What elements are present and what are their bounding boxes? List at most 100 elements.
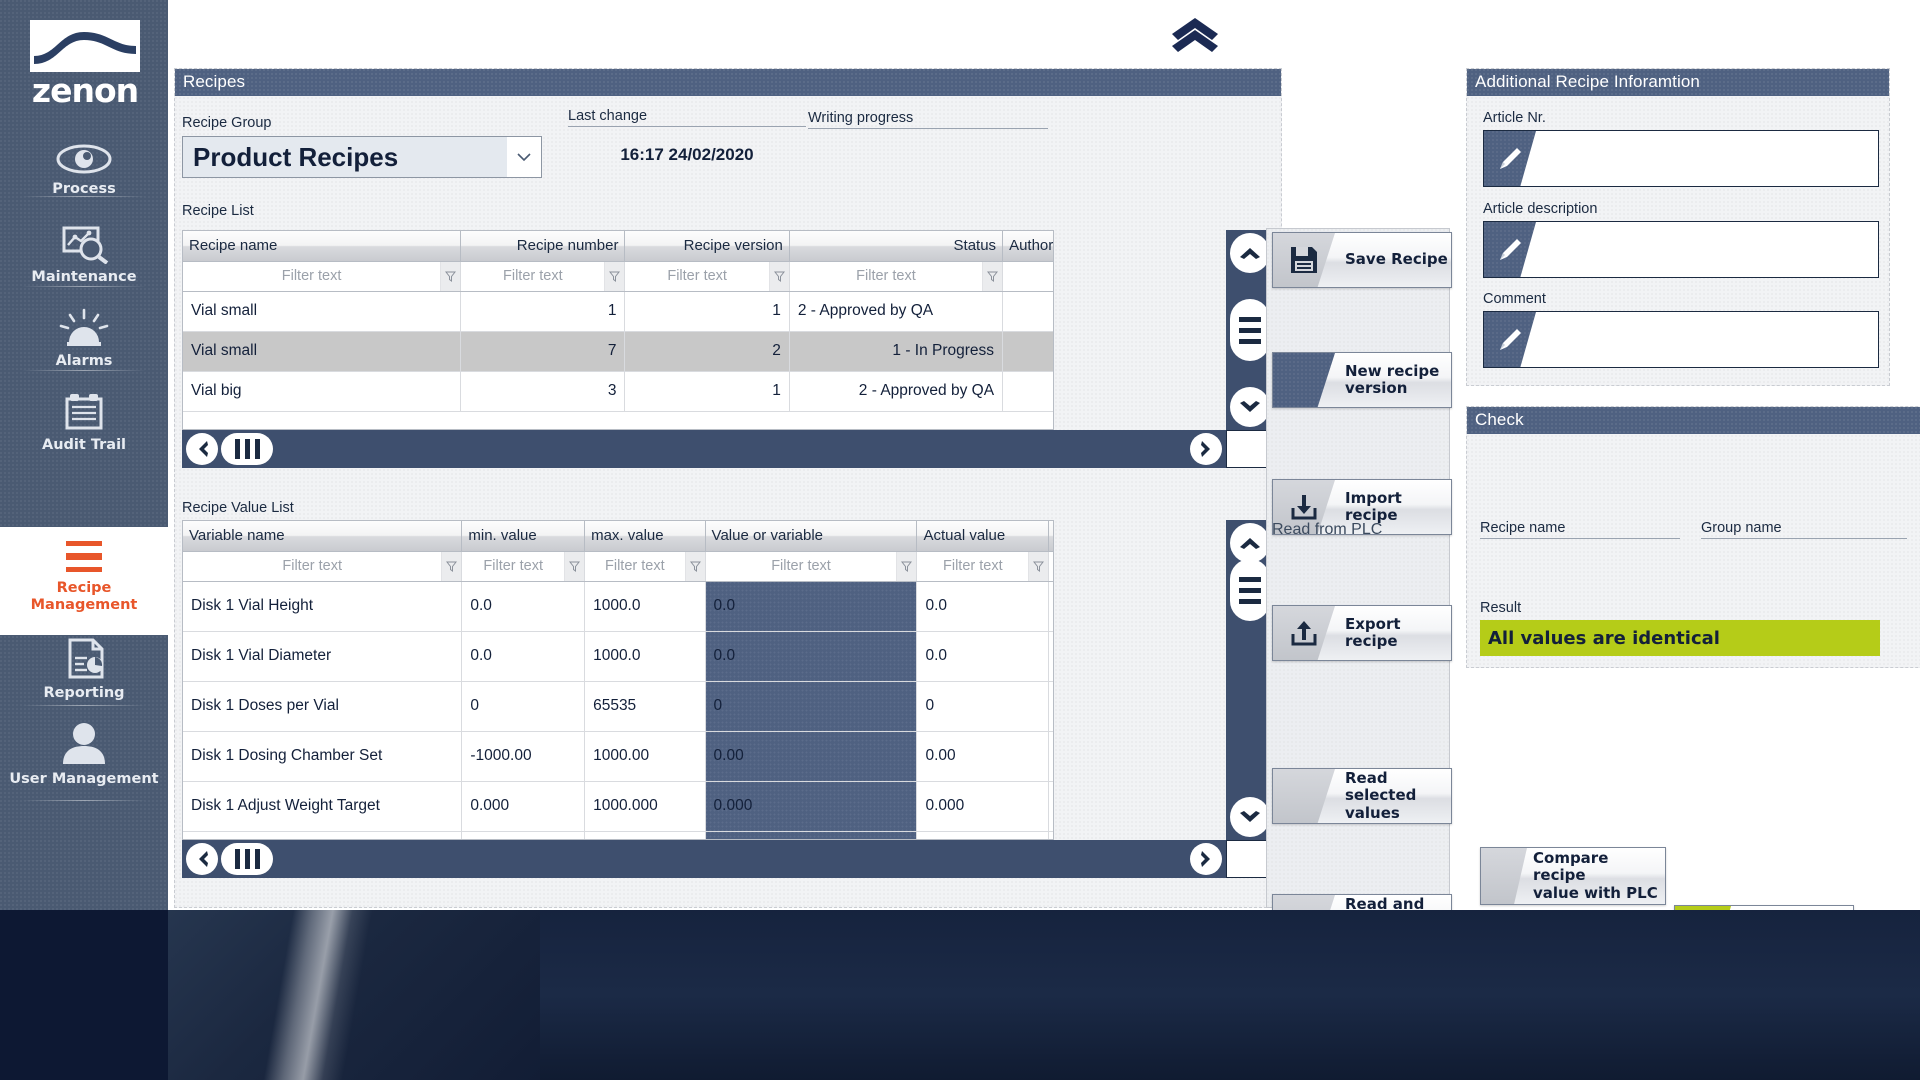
sidebar-item-audit-trail[interactable]: Audit Trail <box>0 392 168 454</box>
col-variable-name[interactable]: Variable name <box>183 521 463 552</box>
table-row[interactable]: Disk 1 Vial Height 0.0 1000.0 0.0 0.0 mm <box>183 581 1053 632</box>
filter-actual-value[interactable]: Filter text <box>916 551 1050 582</box>
filter-placeholder: Filter text <box>502 268 563 284</box>
check-result-label: Result <box>1480 600 1522 616</box>
filter-max-value[interactable]: Filter text <box>584 551 706 582</box>
funnel-icon[interactable] <box>896 551 917 581</box>
table-row[interactable]: Disk 1 Adjust Weight Target 0.000 1000.0… <box>183 781 1053 832</box>
sidebar-item-process[interactable]: Process <box>0 142 168 198</box>
export-recipe-button[interactable]: Export recipe <box>1272 605 1452 661</box>
cell-recipe-name: Vial small <box>183 291 462 332</box>
funnel-icon[interactable] <box>440 261 461 291</box>
filter-variable-name[interactable]: Filter text <box>183 551 463 582</box>
filter-recipe-version[interactable]: Filter text <box>624 261 790 292</box>
cell-value-or-variable[interactable]: 0.000 <box>705 781 918 832</box>
filter-status[interactable]: Filter text <box>789 261 1004 292</box>
col-recipe-name[interactable]: Recipe name <box>183 231 462 262</box>
article-nr-value[interactable] <box>1536 131 1878 186</box>
cell-value-or-variable[interactable] <box>705 831 918 839</box>
table-row[interactable]: Vial small 7 2 1 - In Progress <box>183 331 1053 372</box>
new-recipe-version-button[interactable]: New recipe version <box>1272 352 1452 408</box>
scroll-up-button[interactable] <box>1230 523 1270 563</box>
article-nr-field[interactable] <box>1483 130 1879 187</box>
read-from-plc-label: Read from PLC <box>1272 521 1383 538</box>
funnel-icon[interactable] <box>768 261 789 291</box>
table-row[interactable]: Disk 1 Doses per Vial 0 65535 0 0 <box>183 681 1053 732</box>
article-description-field[interactable] <box>1483 221 1879 278</box>
filter-placeholder: Filter text <box>282 558 342 574</box>
col-min-value[interactable]: min. value <box>461 521 586 552</box>
filter-placeholder: Filter text <box>281 268 342 284</box>
col-value-or-variable[interactable]: Value or variable <box>705 521 918 552</box>
user-icon <box>0 722 168 769</box>
table-row[interactable]: Disk 1 Dosing Chamber Set -1000.00 1000.… <box>183 731 1053 782</box>
col-actual-value[interactable]: Actual value <box>916 521 1050 552</box>
cell-value-or-variable[interactable]: 0 <box>705 681 918 732</box>
status-bar-stripe <box>168 910 468 1080</box>
scroll-thumb[interactable] <box>221 433 273 465</box>
save-recipe-button[interactable]: Save Recipe <box>1272 232 1452 288</box>
sidebar-item-reporting[interactable]: Reporting <box>0 638 168 702</box>
recipe-value-list-table[interactable]: Variable name min. value max. value Valu… <box>182 520 1054 840</box>
table-row[interactable]: Vial small 1 1 2 - Approved by QA <box>183 291 1053 332</box>
scroll-right-button[interactable] <box>1190 433 1222 465</box>
double-chevron-up-icon[interactable] <box>1168 14 1222 54</box>
cell-variable-name: Disk 1 Vial Diameter <box>183 631 463 682</box>
scroll-right-button[interactable] <box>1190 843 1222 875</box>
filter-measuring-unit[interactable]: Filter tex <box>1048 551 1053 582</box>
funnel-icon[interactable] <box>1028 551 1049 581</box>
article-description-value[interactable] <box>1536 222 1878 277</box>
check-panel-title: Check <box>1467 407 1920 434</box>
col-authorization[interactable]: Authorizati <box>1002 231 1053 262</box>
scroll-up-button[interactable] <box>1230 233 1270 273</box>
sidebar-item-alarms[interactable]: Alarms <box>0 308 168 370</box>
table-row[interactable]: Vial big 3 1 2 - Approved by QA <box>183 371 1053 412</box>
recipe-value-list-horizontal-scrollbar[interactable] <box>182 840 1226 878</box>
pencil-icon <box>1484 131 1536 186</box>
funnel-icon[interactable] <box>684 551 705 581</box>
cell-value-or-variable[interactable]: 0.0 <box>705 631 918 682</box>
scroll-down-button[interactable] <box>1230 797 1270 837</box>
read-icon <box>1273 769 1335 823</box>
funnel-icon[interactable] <box>982 261 1003 291</box>
funnel-icon[interactable] <box>564 551 585 581</box>
funnel-icon[interactable] <box>441 551 462 581</box>
scroll-thumb[interactable] <box>1230 299 1270 361</box>
scroll-left-button[interactable] <box>186 433 218 465</box>
recipe-group-select[interactable]: Product Recipes <box>182 136 542 178</box>
col-max-value[interactable]: max. value <box>584 521 706 552</box>
table-row[interactable] <box>183 831 1053 839</box>
cell-value-or-variable[interactable]: 0.00 <box>705 731 918 782</box>
sidebar-item-recipe-management[interactable]: Recipe Management <box>0 527 168 635</box>
cell-value-or-variable[interactable]: 0.0 <box>705 581 918 632</box>
col-recipe-version[interactable]: Recipe version <box>624 231 790 262</box>
col-measuring-unit[interactable]: Measuring <box>1048 521 1053 552</box>
filter-min-value[interactable]: Filter text <box>461 551 586 582</box>
table-row[interactable]: Disk 1 Vial Diameter 0.0 1000.0 0.0 0.0 … <box>183 631 1053 682</box>
filter-recipe-name[interactable]: Filter text <box>183 261 462 292</box>
cell-min-value: 0.000 <box>461 781 586 832</box>
compare-recipe-value-with-plc-button[interactable]: Compare recipe value with PLC <box>1480 847 1666 905</box>
recipe-list-table[interactable]: Recipe name Recipe number Recipe version… <box>182 230 1054 430</box>
scroll-down-button[interactable] <box>1230 387 1270 427</box>
funnel-icon[interactable] <box>604 261 625 291</box>
comment-field[interactable] <box>1483 311 1879 368</box>
filter-value-or-variable[interactable]: Filter text <box>705 551 918 582</box>
zenon-logo-mark <box>30 20 140 72</box>
comment-value[interactable] <box>1536 312 1878 367</box>
read-selected-values-button[interactable]: Read selected values <box>1272 768 1452 824</box>
cell-measuring-unit: mm <box>1048 731 1053 782</box>
filter-placeholder: Filter text <box>483 558 544 574</box>
scroll-thumb[interactable] <box>1230 559 1270 621</box>
scroll-left-button[interactable] <box>186 843 218 875</box>
sidebar-item-maintenance[interactable]: Maintenance <box>0 224 168 286</box>
recipe-list-horizontal-scrollbar[interactable] <box>182 430 1226 468</box>
divider <box>22 800 146 801</box>
col-status[interactable]: Status <box>789 231 1004 262</box>
filter-recipe-number[interactable]: Filter text <box>460 261 626 292</box>
col-recipe-number[interactable]: Recipe number <box>460 231 626 262</box>
scroll-thumb[interactable] <box>221 843 273 875</box>
sidebar-item-user-management[interactable]: User Management <box>0 722 168 788</box>
filter-authorization[interactable]: Filter tex <box>1002 261 1053 292</box>
cell-actual-value: 0.000 <box>916 781 1050 832</box>
